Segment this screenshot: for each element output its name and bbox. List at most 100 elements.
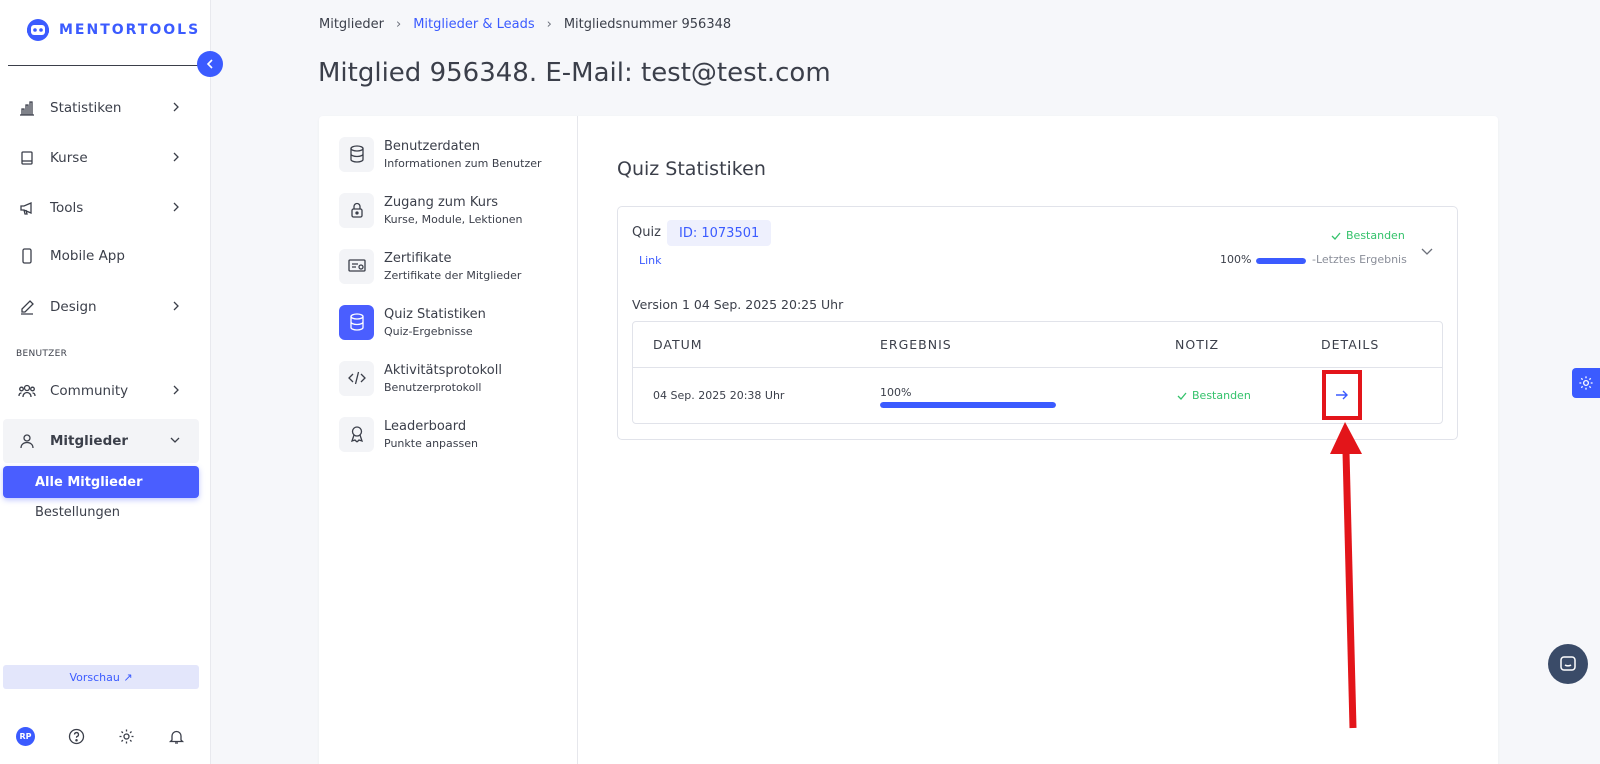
user-icon: [17, 431, 37, 451]
result-progress-fill: [880, 402, 1056, 408]
score-percent: 100%: [1220, 253, 1252, 266]
avatar[interactable]: RP: [16, 727, 35, 746]
details-button[interactable]: [1322, 370, 1362, 420]
pencil-icon: [17, 297, 37, 317]
check-icon: [1177, 392, 1187, 400]
megaphone-icon: [17, 198, 37, 218]
sidebar-divider: [8, 65, 198, 66]
sidebar-item-label: Statistiken: [50, 100, 122, 116]
sidebar-item-label: Mitglieder: [50, 433, 129, 449]
chat-button[interactable]: [1548, 644, 1588, 684]
bar-chart-icon: [17, 98, 37, 118]
tab-zertifikate[interactable]: Zertifikate Zertifikate der Mitglieder: [339, 246, 569, 286]
tab-title: Zertifikate: [384, 250, 452, 266]
section-label-benutzer: BENUTZER: [16, 349, 68, 359]
sidebar-subitem-alle-mitglieder[interactable]: Alle Mitglieder: [3, 466, 199, 498]
tab-subtitle: Informationen zum Benutzer: [384, 156, 542, 170]
quiz-version-label: Version 1 04 Sep. 2025 20:25 Uhr: [632, 297, 844, 312]
bell-icon[interactable]: [167, 728, 185, 746]
check-icon: [1331, 232, 1341, 240]
tab-zugang-zum-kurs[interactable]: Zugang zum Kurs Kurse, Module, Lektionen: [339, 190, 569, 230]
quiz-status-badge: Bestanden: [1331, 229, 1405, 242]
note-label: Bestanden: [1192, 389, 1251, 402]
sidebar-item-design[interactable]: Design: [3, 285, 199, 329]
sidebar-item-statistiken[interactable]: Statistiken: [3, 86, 199, 130]
table-cell-result: 100%: [880, 386, 912, 399]
sidebar-collapse-button[interactable]: [197, 51, 223, 77]
award-icon: [339, 416, 374, 452]
floating-settings-button[interactable]: [1572, 368, 1600, 398]
sidebar-item-kurse[interactable]: Kurse: [3, 136, 199, 180]
gear-icon[interactable]: [117, 728, 135, 746]
tab-leaderboard[interactable]: Leaderboard Punkte anpassen: [339, 414, 569, 454]
tab-aktivitaetsprotokoll[interactable]: Aktivitätsprotokoll Benutzerprotokoll: [339, 358, 569, 398]
users-icon: [17, 381, 37, 401]
sidebar-item-tools[interactable]: Tools: [3, 186, 199, 230]
quiz-status-label: Bestanden: [1346, 229, 1405, 242]
tab-benutzerdaten[interactable]: Benutzerdaten Informationen zum Benutzer: [339, 134, 569, 174]
sidebar-item-community[interactable]: Community: [3, 369, 199, 413]
chat-icon: [1560, 656, 1576, 671]
book-icon: [17, 148, 37, 168]
arrow-right-icon: [1336, 390, 1348, 400]
tab-title: Benutzerdaten: [384, 138, 480, 154]
sidebar: MENTORTOOLS Statistiken Kurse Tools Mobi…: [0, 0, 211, 764]
table-cell-note: Bestanden: [1177, 389, 1251, 402]
section-title: Quiz Statistiken: [617, 158, 766, 180]
database-icon: [339, 304, 374, 340]
sidebar-item-label: Tools: [50, 200, 84, 216]
tab-subtitle: Kurse, Module, Lektionen: [384, 212, 523, 226]
page-title: Mitglied 956348. E-Mail: test@test.com: [318, 58, 831, 88]
chevron-right-icon: [173, 152, 179, 162]
chevron-right-icon: [173, 301, 179, 311]
quiz-id-badge: ID: 1073501: [667, 220, 772, 246]
logo[interactable]: MENTORTOOLS: [25, 17, 200, 43]
database-icon: [339, 136, 374, 172]
sidebar-item-label: Kurse: [50, 150, 88, 166]
preview-button[interactable]: Vorschau ↗: [3, 665, 199, 689]
certificate-icon: [339, 248, 374, 284]
tab-title: Zugang zum Kurs: [384, 194, 499, 210]
sidebar-item-label: Mobile App: [50, 248, 125, 264]
chevron-left-icon: [206, 59, 213, 69]
tab-title: Quiz Statistiken: [384, 306, 486, 322]
table-header-divider: [633, 367, 1442, 368]
logo-text: MENTORTOOLS: [59, 22, 201, 38]
help-icon[interactable]: [67, 728, 85, 746]
tab-subtitle: Quiz-Ergebnisse: [384, 324, 473, 338]
quiz-label: Quiz: [632, 225, 661, 240]
sidebar-item-mobile-app[interactable]: Mobile App: [3, 234, 199, 278]
sidebar-item-mitglieder[interactable]: Mitglieder: [3, 419, 199, 463]
table-header-notiz: NOTIZ: [1175, 337, 1220, 352]
tab-subtitle: Zertifikate der Mitglieder: [384, 268, 522, 282]
chevron-right-icon: [173, 202, 179, 212]
chevron-right-icon: [173, 385, 179, 395]
result-progress-bar: [880, 402, 1056, 408]
breadcrumb: Mitglieder › Mitglieder & Leads › Mitgli…: [319, 17, 731, 32]
chevron-down-icon[interactable]: [1420, 244, 1434, 258]
tab-title: Aktivitätsprotokoll: [384, 362, 502, 378]
sidebar-item-label: Design: [50, 299, 97, 315]
table-cell-date: 04 Sep. 2025 20:38 Uhr: [653, 389, 785, 402]
quiz-link[interactable]: Link: [639, 254, 662, 267]
breadcrumb-item-current: Mitgliedsnummer 956348: [563, 17, 732, 32]
breadcrumb-item-leads[interactable]: Mitglieder & Leads: [413, 17, 534, 32]
score-progress-fill: [1256, 258, 1306, 264]
sidebar-subitem-bestellungen[interactable]: Bestellungen: [35, 505, 120, 520]
tab-quiz-statistiken[interactable]: Quiz Statistiken Quiz-Ergebnisse: [339, 302, 569, 342]
chevron-down-icon: [170, 437, 180, 443]
gear-icon: [1579, 376, 1593, 390]
tab-subtitle: Punkte anpassen: [384, 436, 478, 450]
robot-logo-icon: [27, 19, 49, 41]
code-icon: [339, 360, 374, 396]
last-result-label: -Letztes Ergebnis: [1312, 253, 1407, 266]
lock-icon: [339, 192, 374, 228]
score-progress-bar: [1256, 258, 1306, 264]
breadcrumb-separator-icon: ›: [546, 17, 552, 32]
table-header-ergebnis: ERGEBNIS: [880, 337, 952, 352]
phone-icon: [17, 246, 37, 266]
breadcrumb-item-mitglieder[interactable]: Mitglieder: [319, 17, 384, 32]
sidebar-item-label: Community: [50, 383, 129, 399]
tab-title: Leaderboard: [384, 418, 467, 434]
panel-divider: [577, 116, 578, 764]
